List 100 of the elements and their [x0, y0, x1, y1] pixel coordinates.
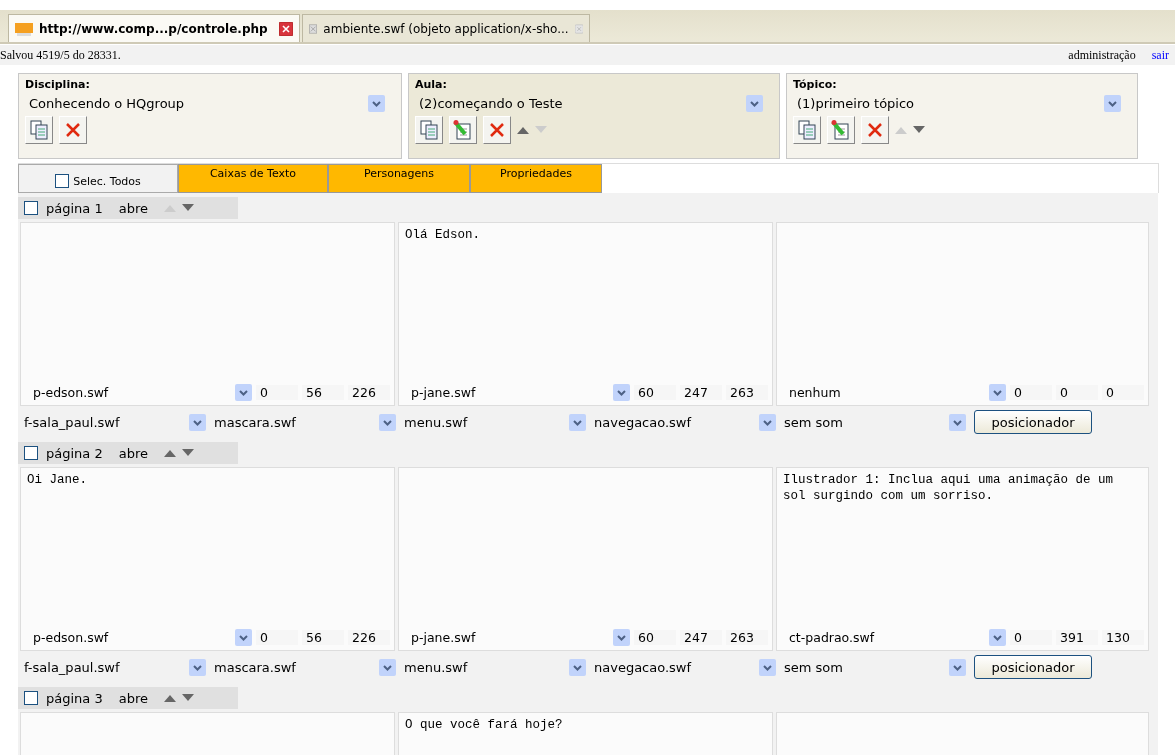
- delete-button[interactable]: [483, 116, 511, 144]
- dropdown-icon[interactable]: [379, 413, 396, 431]
- dropdown-icon[interactable]: [569, 658, 586, 676]
- selector-value[interactable]: (1)primeiro tópico: [797, 96, 915, 111]
- positioner-button[interactable]: posicionador: [974, 655, 1092, 679]
- dropdown-icon[interactable]: [235, 628, 252, 646]
- position-value[interactable]: 56: [302, 629, 344, 645]
- position-value[interactable]: 60: [634, 629, 676, 645]
- text-area[interactable]: Ilustrador 1: Inclua aqui uma animação de um sol surgindo com um sorriso. ct-padrao.swf 0 391 130: [776, 467, 1149, 651]
- dialogue-text: Ilustrador 1: Inclua aqui uma animação de um sol surgindo com um sorriso.: [783, 473, 1115, 503]
- character-select[interactable]: p-edson.swf: [33, 384, 231, 400]
- character-select[interactable]: ct-padrao.swf: [789, 629, 985, 645]
- move-down-icon[interactable]: [182, 449, 194, 457]
- text-area[interactable]: Olá Edson. p-jane.swf 60 247 263: [398, 222, 773, 406]
- delete-button[interactable]: [59, 116, 87, 144]
- position-value[interactable]: 60: [634, 384, 676, 400]
- position-value[interactable]: 0: [1056, 384, 1098, 400]
- open-link[interactable]: abre: [118, 200, 148, 216]
- dropdown-icon[interactable]: [1104, 95, 1121, 112]
- asset-select[interactable]: mascara.swf: [214, 414, 296, 430]
- delete-button[interactable]: [861, 116, 889, 144]
- asset-select[interactable]: navegacao.swf: [594, 659, 692, 675]
- character-select[interactable]: p-edson.swf: [33, 629, 231, 645]
- position-value[interactable]: 0: [1102, 384, 1144, 400]
- asset-select[interactable]: mascara.swf: [214, 659, 296, 675]
- character-select[interactable]: p-jane.swf: [411, 384, 609, 400]
- open-link[interactable]: abre: [118, 445, 148, 461]
- position-value[interactable]: 0: [1010, 384, 1052, 400]
- asset-select[interactable]: menu.swf: [404, 414, 468, 430]
- position-value[interactable]: 0: [1010, 629, 1052, 645]
- logo-icon: [15, 20, 33, 37]
- dropdown-icon[interactable]: [189, 658, 206, 676]
- text-area[interactable]: p-edson.swf 0 56 226: [20, 222, 395, 406]
- page-checkbox[interactable]: [24, 691, 38, 705]
- asset-select[interactable]: menu.swf: [404, 659, 468, 675]
- edit-button[interactable]: [449, 116, 477, 144]
- dialogue-text: Oi Jane.: [27, 473, 87, 487]
- page-checkbox[interactable]: [24, 201, 38, 215]
- move-up-icon[interactable]: [517, 126, 529, 134]
- browser-tab[interactable]: http://www.comp...p/controle.php: [8, 14, 300, 42]
- dropdown-icon[interactable]: [989, 628, 1006, 646]
- text-area[interactable]: Oi Jane. p-edson.swf 0 56 226: [20, 467, 395, 651]
- dropdown-icon[interactable]: [949, 658, 966, 676]
- position-value[interactable]: 56: [302, 384, 344, 400]
- dropdown-icon[interactable]: [759, 658, 776, 676]
- asset-select[interactable]: f-sala_paul.swf: [24, 659, 120, 675]
- selector-value[interactable]: Conhecendo o HQgroup: [29, 96, 185, 111]
- dropdown-icon[interactable]: [235, 383, 252, 401]
- asset-select[interactable]: navegacao.swf: [594, 414, 692, 430]
- dropdown-icon[interactable]: [569, 413, 586, 431]
- edit-button[interactable]: [827, 116, 855, 144]
- dropdown-icon[interactable]: [189, 413, 206, 431]
- copy-button[interactable]: [793, 116, 821, 144]
- dropdown-icon[interactable]: [379, 658, 396, 676]
- position-value[interactable]: 0: [256, 384, 298, 400]
- move-up-icon[interactable]: [164, 449, 176, 457]
- selector-value[interactable]: (2)começando o Teste: [419, 96, 563, 111]
- position-value[interactable]: 226: [348, 384, 390, 400]
- move-down-icon[interactable]: [182, 204, 194, 212]
- text-area[interactable]: p-jane.swf 60 247 263: [398, 467, 773, 651]
- asset-select[interactable]: sem som: [784, 659, 843, 675]
- asset-select[interactable]: sem som: [784, 414, 843, 430]
- position-value[interactable]: 391: [1056, 629, 1098, 645]
- page-checkbox[interactable]: [24, 446, 38, 460]
- dropdown-icon[interactable]: [368, 95, 385, 112]
- dropdown-icon[interactable]: [613, 383, 630, 401]
- asset-select[interactable]: f-sala_paul.swf: [24, 414, 120, 430]
- position-value[interactable]: 263: [726, 384, 768, 400]
- dropdown-icon[interactable]: [989, 383, 1006, 401]
- text-area[interactable]: O que você fará hoje?: [398, 712, 773, 755]
- dropdown-icon[interactable]: [759, 413, 776, 431]
- logout-link[interactable]: sair: [1151, 47, 1169, 62]
- copy-button[interactable]: [25, 116, 53, 144]
- open-link[interactable]: abre: [118, 690, 148, 706]
- dropdown-icon[interactable]: [746, 95, 763, 112]
- browser-tab[interactable]: ambiente.swf (objeto application/x-sho...: [302, 14, 590, 42]
- close-icon[interactable]: [279, 21, 293, 36]
- positioner-button[interactable]: posicionador: [974, 410, 1092, 434]
- position-value[interactable]: 130: [1102, 629, 1144, 645]
- edit-icon: [831, 120, 851, 140]
- dropdown-icon[interactable]: [613, 628, 630, 646]
- position-value[interactable]: 0: [256, 629, 298, 645]
- text-area[interactable]: nenhum 0 0 0: [776, 222, 1149, 406]
- toolbar-tab[interactable]: Caixas de Texto: [178, 164, 328, 193]
- position-value[interactable]: 247: [680, 629, 722, 645]
- toolbar-tab[interactable]: Propriedades: [470, 164, 602, 193]
- character-select[interactable]: p-jane.swf: [411, 629, 609, 645]
- move-up-icon[interactable]: [164, 694, 176, 702]
- position-value[interactable]: 247: [680, 384, 722, 400]
- page-title: página 2: [46, 445, 103, 461]
- dropdown-icon[interactable]: [949, 413, 966, 431]
- move-down-icon[interactable]: [182, 694, 194, 702]
- position-value[interactable]: 226: [348, 629, 390, 645]
- position-value[interactable]: 263: [726, 629, 768, 645]
- move-down-icon[interactable]: [913, 126, 925, 134]
- copy-button[interactable]: [415, 116, 443, 144]
- character-select[interactable]: nenhum: [789, 384, 985, 400]
- select-all-checkbox[interactable]: [55, 174, 70, 188]
- toolbar-tab[interactable]: Personagens: [328, 164, 470, 193]
- delete-icon: [489, 122, 505, 138]
